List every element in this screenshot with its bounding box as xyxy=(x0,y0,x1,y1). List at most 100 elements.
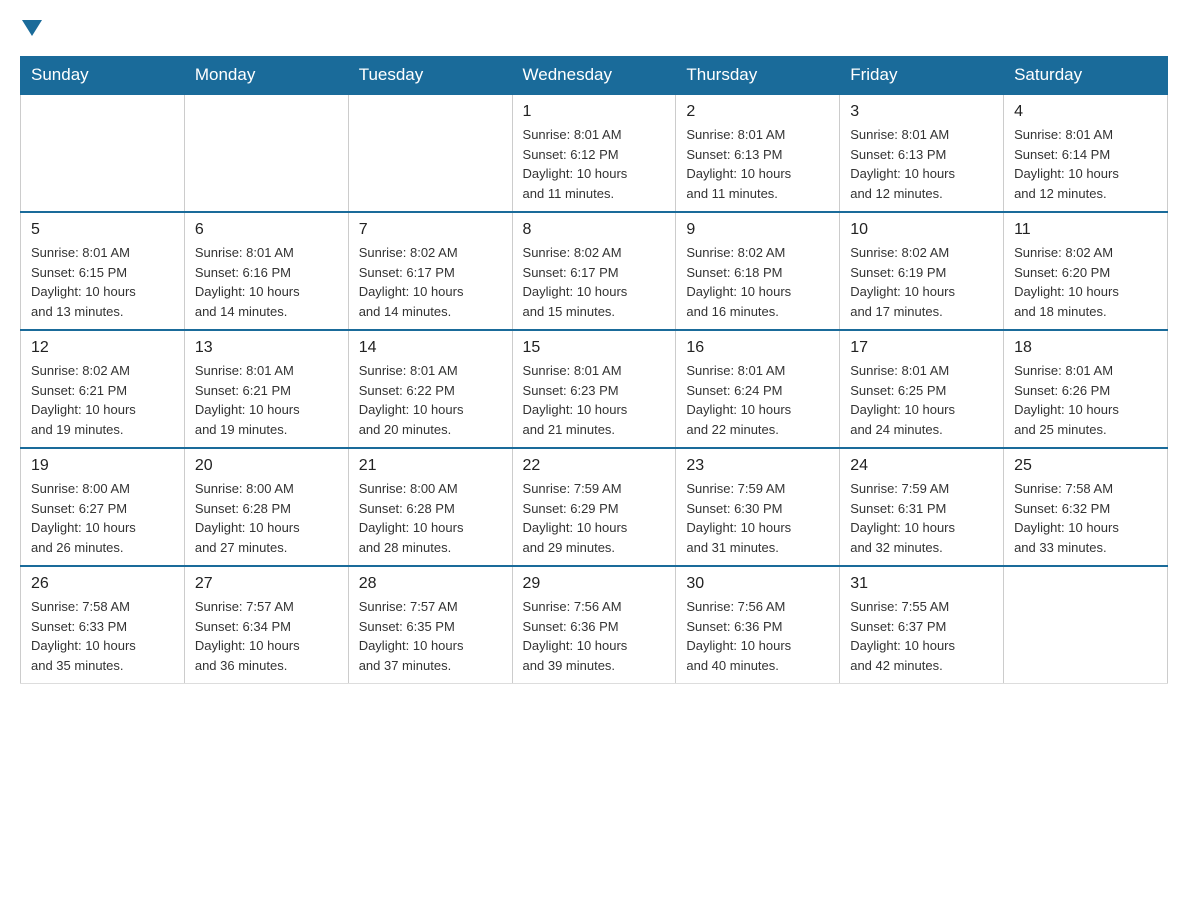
day-info: Sunrise: 8:01 AM Sunset: 6:16 PM Dayligh… xyxy=(195,243,338,321)
calendar-header-row: SundayMondayTuesdayWednesdayThursdayFrid… xyxy=(21,57,1168,95)
calendar-week-row: 5 Sunrise: 8:01 AM Sunset: 6:15 PM Daylig… xyxy=(21,212,1168,330)
day-number: 6 xyxy=(195,221,338,239)
day-info: Sunrise: 8:00 AM Sunset: 6:28 PM Dayligh… xyxy=(359,479,502,557)
day-header-thursday: Thursday xyxy=(676,57,840,95)
day-info: Sunrise: 7:58 AM Sunset: 6:32 PM Dayligh… xyxy=(1014,479,1157,557)
day-header-sunday: Sunday xyxy=(21,57,185,95)
day-info: Sunrise: 8:02 AM Sunset: 6:17 PM Dayligh… xyxy=(359,243,502,321)
logo-arrow-icon xyxy=(22,20,42,36)
calendar-cell: 20 Sunrise: 8:00 AM Sunset: 6:28 PM Dayli… xyxy=(184,448,348,566)
day-number: 14 xyxy=(359,339,502,357)
day-info: Sunrise: 7:59 AM Sunset: 6:30 PM Dayligh… xyxy=(686,479,829,557)
day-info: Sunrise: 8:02 AM Sunset: 6:21 PM Dayligh… xyxy=(31,361,174,439)
calendar-cell: 23 Sunrise: 7:59 AM Sunset: 6:30 PM Dayli… xyxy=(676,448,840,566)
calendar-cell xyxy=(348,94,512,212)
calendar-cell: 24 Sunrise: 7:59 AM Sunset: 6:31 PM Dayli… xyxy=(840,448,1004,566)
calendar-cell: 10Sunrise: 8:02 AM Sunset: 6:19 PM Dayli… xyxy=(840,212,1004,330)
day-number: 31 xyxy=(850,575,993,593)
day-number: 7 xyxy=(359,221,502,239)
day-info: Sunrise: 7:57 AM Sunset: 6:35 PM Dayligh… xyxy=(359,597,502,675)
calendar-cell: 22 Sunrise: 7:59 AM Sunset: 6:29 PM Dayli… xyxy=(512,448,676,566)
day-info: Sunrise: 8:02 AM Sunset: 6:17 PM Dayligh… xyxy=(523,243,666,321)
calendar-week-row: 19 Sunrise: 8:00 AM Sunset: 6:27 PM Dayli… xyxy=(21,448,1168,566)
day-number: 2 xyxy=(686,103,829,121)
day-number: 28 xyxy=(359,575,502,593)
day-info: Sunrise: 8:01 AM Sunset: 6:15 PM Dayligh… xyxy=(31,243,174,321)
calendar-cell: 13 Sunrise: 8:01 AM Sunset: 6:21 PM Dayli… xyxy=(184,330,348,448)
day-number: 26 xyxy=(31,575,174,593)
day-info: Sunrise: 8:01 AM Sunset: 6:13 PM Dayligh… xyxy=(850,125,993,203)
calendar-cell: 9Sunrise: 8:02 AM Sunset: 6:18 PM Daylig… xyxy=(676,212,840,330)
calendar-cell: 27 Sunrise: 7:57 AM Sunset: 6:34 PM Dayli… xyxy=(184,566,348,684)
day-header-tuesday: Tuesday xyxy=(348,57,512,95)
calendar-cell xyxy=(1004,566,1168,684)
day-header-wednesday: Wednesday xyxy=(512,57,676,95)
day-number: 3 xyxy=(850,103,993,121)
calendar-cell: 19 Sunrise: 8:00 AM Sunset: 6:27 PM Dayli… xyxy=(21,448,185,566)
day-header-friday: Friday xyxy=(840,57,1004,95)
day-info: Sunrise: 8:01 AM Sunset: 6:13 PM Dayligh… xyxy=(686,125,829,203)
calendar-cell: 4Sunrise: 8:01 AM Sunset: 6:14 PM Daylig… xyxy=(1004,94,1168,212)
calendar-cell: 12Sunrise: 8:02 AM Sunset: 6:21 PM Dayli… xyxy=(21,330,185,448)
day-number: 5 xyxy=(31,221,174,239)
day-number: 11 xyxy=(1014,221,1157,239)
calendar-cell: 18 Sunrise: 8:01 AM Sunset: 6:26 PM Dayli… xyxy=(1004,330,1168,448)
calendar-cell: 14 Sunrise: 8:01 AM Sunset: 6:22 PM Dayli… xyxy=(348,330,512,448)
calendar-cell: 28 Sunrise: 7:57 AM Sunset: 6:35 PM Dayli… xyxy=(348,566,512,684)
day-info: Sunrise: 8:01 AM Sunset: 6:26 PM Dayligh… xyxy=(1014,361,1157,439)
day-number: 23 xyxy=(686,457,829,475)
day-info: Sunrise: 7:59 AM Sunset: 6:29 PM Dayligh… xyxy=(523,479,666,557)
day-info: Sunrise: 7:58 AM Sunset: 6:33 PM Dayligh… xyxy=(31,597,174,675)
day-info: Sunrise: 8:01 AM Sunset: 6:22 PM Dayligh… xyxy=(359,361,502,439)
day-number: 27 xyxy=(195,575,338,593)
day-info: Sunrise: 8:01 AM Sunset: 6:12 PM Dayligh… xyxy=(523,125,666,203)
calendar-cell: 15Sunrise: 8:01 AM Sunset: 6:23 PM Dayli… xyxy=(512,330,676,448)
calendar-cell: 17 Sunrise: 8:01 AM Sunset: 6:25 PM Dayli… xyxy=(840,330,1004,448)
calendar-cell: 8 Sunrise: 8:02 AM Sunset: 6:17 PM Daylig… xyxy=(512,212,676,330)
calendar-cell xyxy=(184,94,348,212)
day-info: Sunrise: 7:56 AM Sunset: 6:36 PM Dayligh… xyxy=(686,597,829,675)
day-info: Sunrise: 8:00 AM Sunset: 6:28 PM Dayligh… xyxy=(195,479,338,557)
calendar-cell: 3 Sunrise: 8:01 AM Sunset: 6:13 PM Daylig… xyxy=(840,94,1004,212)
calendar-cell: 5 Sunrise: 8:01 AM Sunset: 6:15 PM Daylig… xyxy=(21,212,185,330)
day-info: Sunrise: 8:01 AM Sunset: 6:25 PM Dayligh… xyxy=(850,361,993,439)
day-number: 13 xyxy=(195,339,338,357)
calendar-cell: 2 Sunrise: 8:01 AM Sunset: 6:13 PM Daylig… xyxy=(676,94,840,212)
day-number: 8 xyxy=(523,221,666,239)
calendar-cell: 30 Sunrise: 7:56 AM Sunset: 6:36 PM Dayli… xyxy=(676,566,840,684)
calendar-cell: 11 Sunrise: 8:02 AM Sunset: 6:20 PM Dayli… xyxy=(1004,212,1168,330)
day-info: Sunrise: 8:01 AM Sunset: 6:14 PM Dayligh… xyxy=(1014,125,1157,203)
calendar-cell: 1 Sunrise: 8:01 AM Sunset: 6:12 PM Daylig… xyxy=(512,94,676,212)
day-number: 30 xyxy=(686,575,829,593)
day-number: 9 xyxy=(686,221,829,239)
day-number: 20 xyxy=(195,457,338,475)
calendar-week-row: 1 Sunrise: 8:01 AM Sunset: 6:12 PM Daylig… xyxy=(21,94,1168,212)
day-header-monday: Monday xyxy=(184,57,348,95)
calendar-cell: 7 Sunrise: 8:02 AM Sunset: 6:17 PM Daylig… xyxy=(348,212,512,330)
day-info: Sunrise: 8:01 AM Sunset: 6:23 PM Dayligh… xyxy=(523,361,666,439)
calendar-cell: 29Sunrise: 7:56 AM Sunset: 6:36 PM Dayli… xyxy=(512,566,676,684)
day-info: Sunrise: 8:02 AM Sunset: 6:19 PM Dayligh… xyxy=(850,243,993,321)
calendar-week-row: 12Sunrise: 8:02 AM Sunset: 6:21 PM Dayli… xyxy=(21,330,1168,448)
day-number: 25 xyxy=(1014,457,1157,475)
day-number: 17 xyxy=(850,339,993,357)
logo xyxy=(20,20,44,40)
day-number: 1 xyxy=(523,103,666,121)
page-header xyxy=(20,20,1168,40)
day-info: Sunrise: 8:00 AM Sunset: 6:27 PM Dayligh… xyxy=(31,479,174,557)
day-number: 21 xyxy=(359,457,502,475)
calendar-cell: 25 Sunrise: 7:58 AM Sunset: 6:32 PM Dayli… xyxy=(1004,448,1168,566)
day-number: 24 xyxy=(850,457,993,475)
day-info: Sunrise: 7:57 AM Sunset: 6:34 PM Dayligh… xyxy=(195,597,338,675)
day-number: 16 xyxy=(686,339,829,357)
day-number: 19 xyxy=(31,457,174,475)
day-info: Sunrise: 8:01 AM Sunset: 6:21 PM Dayligh… xyxy=(195,361,338,439)
calendar-cell: 6 Sunrise: 8:01 AM Sunset: 6:16 PM Daylig… xyxy=(184,212,348,330)
calendar-week-row: 26 Sunrise: 7:58 AM Sunset: 6:33 PM Dayli… xyxy=(21,566,1168,684)
day-number: 22 xyxy=(523,457,666,475)
day-number: 18 xyxy=(1014,339,1157,357)
day-info: Sunrise: 7:59 AM Sunset: 6:31 PM Dayligh… xyxy=(850,479,993,557)
day-info: Sunrise: 8:02 AM Sunset: 6:20 PM Dayligh… xyxy=(1014,243,1157,321)
calendar-table: SundayMondayTuesdayWednesdayThursdayFrid… xyxy=(20,56,1168,684)
calendar-cell xyxy=(21,94,185,212)
